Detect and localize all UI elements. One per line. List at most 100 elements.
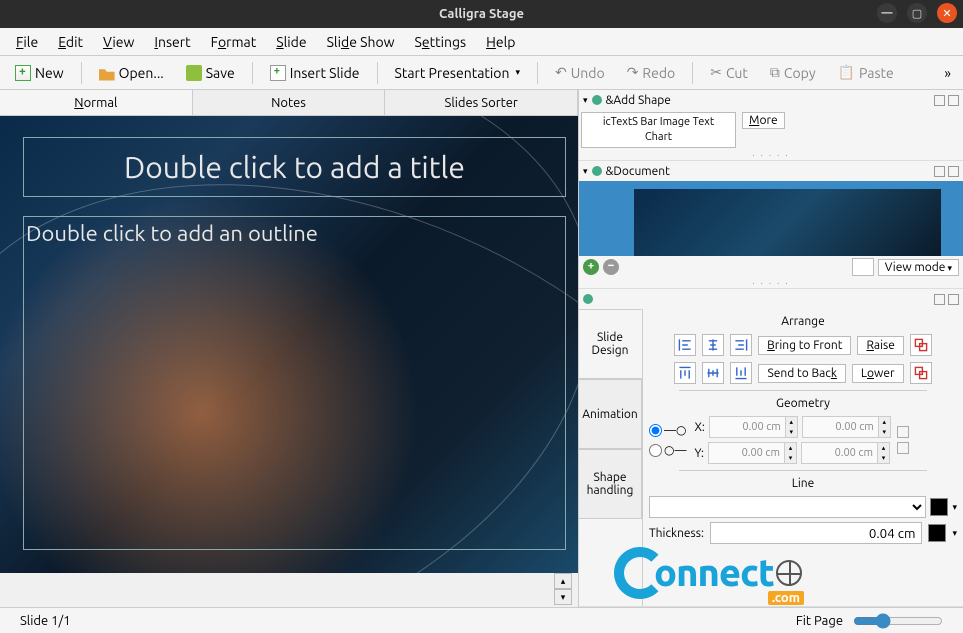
menu-format[interactable]: Format — [201, 30, 267, 54]
lock-icon — [583, 294, 593, 304]
thickness-label: Thickness: — [649, 527, 704, 540]
minimize-button[interactable]: — — [877, 3, 897, 23]
doc-option-button[interactable] — [852, 258, 874, 276]
undo-icon: ↶ — [555, 64, 567, 81]
title-placeholder[interactable]: Double click to add a title — [23, 137, 566, 197]
bring-to-front-button[interactable]: Bring to Front — [758, 336, 851, 355]
zoom-in-button[interactable]: + — [583, 259, 599, 275]
document-header[interactable]: ▾ &Document — [579, 161, 963, 181]
line-color-swatch[interactable] — [930, 498, 948, 516]
add-shape-panel: ▾ &Add Shape icTextS Bar Image Text Char… — [579, 90, 963, 161]
redo-icon: ↷ — [627, 64, 639, 81]
tab-slide-design[interactable]: Slide Design — [579, 309, 642, 379]
tab-notes[interactable]: Notes — [193, 90, 386, 115]
slide-prev-button[interactable]: ▴ — [554, 573, 572, 589]
send-to-back-button[interactable]: Send to Back — [758, 364, 845, 383]
tab-normal[interactable]: Normal — [0, 90, 193, 115]
dock-controls[interactable] — [934, 294, 959, 305]
y-label: Y: — [694, 447, 704, 460]
raise-button[interactable]: Raise — [857, 336, 903, 355]
tab-shape-handling[interactable]: Shape handling — [579, 449, 642, 519]
align-middle-button[interactable] — [702, 362, 724, 384]
align-top-button[interactable] — [674, 362, 696, 384]
paste-button[interactable]: 📋Paste — [829, 60, 903, 85]
main-area: Normal Notes Slides Sorter Double click … — [0, 90, 963, 607]
height-input[interactable]: ▴▾ — [801, 442, 890, 464]
dock-controls[interactable] — [934, 166, 959, 177]
align-bottom-button[interactable] — [730, 362, 752, 384]
document-title: &Document — [606, 165, 670, 178]
thickness-input[interactable] — [710, 522, 923, 544]
menu-edit[interactable]: Edit — [48, 30, 93, 54]
outline-placeholder[interactable]: Double click to add an outline — [23, 216, 566, 550]
group-button[interactable] — [910, 334, 932, 356]
thickness-color-swatch[interactable] — [928, 524, 946, 542]
add-shape-header[interactable]: ▾ &Add Shape — [579, 90, 963, 110]
start-presentation-button[interactable]: Start Presentation▾ — [386, 61, 530, 85]
tab-slides-sorter[interactable]: Slides Sorter — [385, 90, 578, 115]
redo-button[interactable]: ↷Redo — [618, 60, 685, 85]
lock-icon — [592, 166, 602, 176]
arrange-heading: Arrange — [649, 315, 957, 328]
align-right-button[interactable] — [730, 334, 752, 356]
slide-next-button[interactable]: ▾ — [554, 589, 572, 605]
window-titlebar: Calligra Stage — ▢ ✕ — [0, 0, 963, 28]
view-mode-button[interactable]: View mode ▾ — [878, 259, 959, 276]
line-heading: Line — [649, 477, 957, 490]
save-icon — [186, 65, 202, 81]
anchor-radio-2[interactable]: ○— — [649, 443, 686, 457]
geometry-heading: Geometry — [649, 397, 957, 410]
aspect-lock[interactable] — [897, 426, 909, 454]
properties-panel: Slide Design Animation Shape handling Ar… — [579, 289, 963, 607]
property-tabs: Slide Design Animation Shape handling — [579, 309, 642, 606]
separator — [252, 62, 253, 84]
panel-grip[interactable]: · · · · · — [579, 278, 963, 288]
panel-grip[interactable]: · · · · · — [579, 150, 963, 160]
menu-insert[interactable]: Insert — [144, 30, 200, 54]
document-panel: ▾ &Document + − View mode ▾ · · · · · — [579, 161, 963, 289]
menu-slideshow[interactable]: Slide Show — [317, 30, 405, 54]
align-left-button[interactable] — [674, 334, 696, 356]
menu-view[interactable]: View — [93, 30, 144, 54]
open-icon — [99, 65, 115, 81]
line-style-select[interactable] — [649, 496, 926, 518]
x-input[interactable]: ▴▾ — [709, 416, 798, 438]
cut-button[interactable]: ✂Cut — [701, 60, 757, 85]
document-thumbnail[interactable] — [579, 181, 963, 256]
properties-body: Arrange Bring to Front Raise Send to Bac — [642, 309, 963, 606]
insert-slide-button[interactable]: Insert Slide — [261, 61, 369, 85]
menu-file[interactable]: File — [6, 30, 48, 54]
window-title: Calligra Stage — [439, 7, 524, 21]
y-input[interactable]: ▴▾ — [708, 442, 797, 464]
dock-controls[interactable] — [934, 95, 959, 106]
x-label: X: — [694, 421, 704, 434]
more-shapes-button[interactable]: More — [742, 112, 785, 129]
width-input[interactable]: ▴▾ — [802, 416, 891, 438]
insert-slide-icon — [270, 65, 286, 81]
anchor-radio-1[interactable]: —○ — [649, 423, 686, 437]
main-toolbar: New Open... Save Insert Slide Start Pres… — [0, 56, 963, 90]
undo-button[interactable]: ↶Undo — [546, 60, 614, 85]
shape-list[interactable]: icTextS Bar Image Text Chart — [581, 112, 736, 148]
new-button[interactable]: New — [6, 61, 73, 85]
toolbar-overflow[interactable]: » — [944, 65, 951, 81]
copy-button[interactable]: ⧉Copy — [761, 60, 825, 85]
right-dock: ▾ &Add Shape icTextS Bar Image Text Char… — [578, 90, 963, 607]
lower-button[interactable]: Lower — [852, 364, 904, 383]
menu-slide[interactable]: Slide — [266, 30, 316, 54]
align-center-button[interactable] — [702, 334, 724, 356]
tab-animation[interactable]: Animation — [579, 379, 642, 449]
menu-help[interactable]: Help — [476, 30, 525, 54]
zoom-fit-label[interactable]: Fit Page — [796, 614, 843, 628]
close-button[interactable]: ✕ — [937, 3, 957, 23]
slide-canvas[interactable]: Double click to add a title Double click… — [0, 116, 578, 573]
save-button[interactable]: Save — [177, 61, 244, 85]
open-button[interactable]: Open... — [90, 61, 173, 85]
ungroup-button[interactable] — [910, 362, 932, 384]
maximize-button[interactable]: ▢ — [907, 3, 927, 23]
zoom-slider[interactable] — [853, 613, 943, 629]
properties-header[interactable] — [579, 289, 963, 309]
zoom-out-button[interactable]: − — [603, 259, 619, 275]
menu-settings[interactable]: Settings — [405, 30, 477, 54]
collapse-icon: ▾ — [583, 166, 588, 177]
